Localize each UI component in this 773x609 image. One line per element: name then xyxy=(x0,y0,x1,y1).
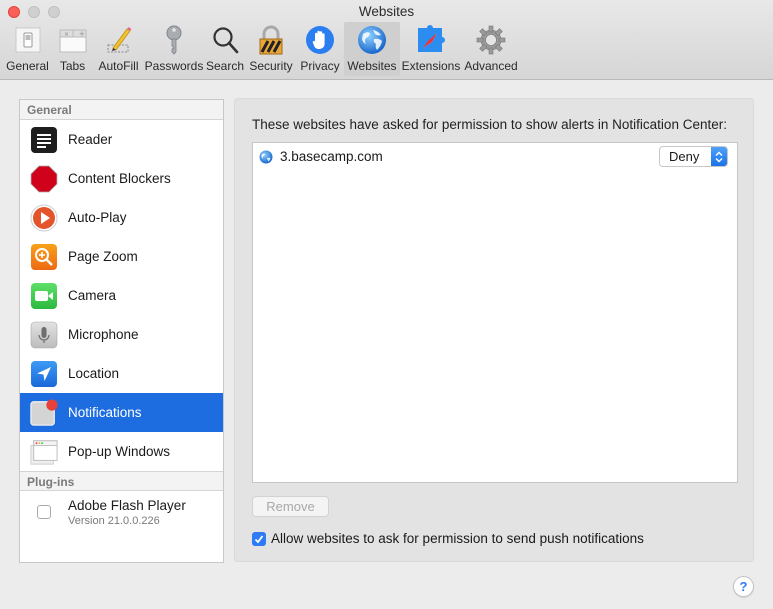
stop-sign-icon xyxy=(30,165,58,193)
tab-general[interactable]: General xyxy=(3,22,52,76)
sidebar-item-content-blockers[interactable]: Content Blockers xyxy=(20,159,223,198)
website-domain: 3.basecamp.com xyxy=(280,149,383,164)
title-bar: Websites General × + Tabs AutoFill Passw… xyxy=(0,0,773,80)
website-list[interactable]: 3.basecamp.com Deny xyxy=(252,142,738,483)
popup-windows-icon xyxy=(30,438,58,466)
website-globe-icon xyxy=(259,150,273,164)
camera-icon xyxy=(30,282,58,310)
sidebar-item-notifications[interactable]: Notifications xyxy=(20,393,223,432)
magnifier-icon xyxy=(208,24,242,56)
sidebar-item-camera[interactable]: Camera xyxy=(20,276,223,315)
chevron-up-down-icon xyxy=(711,147,727,166)
sidebar-item-popup-windows[interactable]: Pop-up Windows xyxy=(20,432,223,471)
remove-button[interactable]: Remove xyxy=(252,496,329,517)
website-row[interactable]: 3.basecamp.com Deny xyxy=(253,143,737,170)
microphone-icon xyxy=(30,321,58,349)
plugin-version: Version 21.0.0.226 xyxy=(68,515,160,527)
tab-extensions[interactable]: Extensions xyxy=(400,22,462,76)
tab-autofill[interactable]: AutoFill xyxy=(93,22,144,76)
svg-text:+: + xyxy=(79,30,85,38)
tab-tabs[interactable]: × + Tabs xyxy=(52,22,93,76)
tab-security[interactable]: Security xyxy=(246,22,296,76)
location-arrow-icon xyxy=(30,360,58,388)
allow-push-label: Allow websites to ask for permission to … xyxy=(271,531,644,546)
sidebar-section-general: General xyxy=(20,100,223,120)
tab-passwords[interactable]: Passwords xyxy=(144,22,204,76)
key-icon xyxy=(157,24,191,56)
preferences-toolbar: General × + Tabs AutoFill Passwords Sear… xyxy=(3,22,520,78)
hand-icon xyxy=(303,24,337,56)
general-switch-icon xyxy=(11,24,45,56)
tab-websites[interactable]: Websites xyxy=(344,22,400,76)
tabs-icon: × + xyxy=(56,24,90,56)
globe-icon xyxy=(355,24,389,56)
preferences-window: Websites General × + Tabs AutoFill Passw… xyxy=(0,0,773,609)
website-settings-sidebar: General Reader Content Blockers Auto-Pla… xyxy=(19,99,224,563)
pencil-icon xyxy=(102,24,136,56)
play-icon xyxy=(30,204,58,232)
window-title: Websites xyxy=(358,4,415,19)
gear-icon xyxy=(474,24,508,56)
sidebar-section-plugins: Plug-ins xyxy=(20,471,223,491)
padlock-icon xyxy=(254,24,288,56)
sidebar-item-page-zoom[interactable]: Page Zoom xyxy=(20,237,223,276)
sidebar-item-auto-play[interactable]: Auto-Play xyxy=(20,198,223,237)
allow-push-checkbox[interactable] xyxy=(252,531,266,546)
sidebar-item-location[interactable]: Location xyxy=(20,354,223,393)
plugin-info: Adobe Flash Player Version 21.0.0.226 xyxy=(68,498,186,539)
tab-privacy[interactable]: Privacy xyxy=(296,22,344,76)
plugin-name: Adobe Flash Player xyxy=(68,498,186,513)
help-button[interactable]: ? xyxy=(733,576,754,597)
zoom-icon xyxy=(30,243,58,271)
permission-value: Deny xyxy=(669,149,700,164)
svg-text:×: × xyxy=(64,31,69,38)
sidebar-item-microphone[interactable]: Microphone xyxy=(20,315,223,354)
panel-description: These websites have asked for permission… xyxy=(252,117,727,132)
reader-icon xyxy=(30,126,58,154)
notifications-panel: These websites have asked for permission… xyxy=(234,98,754,562)
tab-advanced[interactable]: Advanced xyxy=(462,22,520,76)
tab-search[interactable]: Search xyxy=(204,22,246,76)
checkmark-icon xyxy=(254,534,264,543)
permission-select[interactable]: Deny xyxy=(659,146,728,167)
plugin-item-adobe-flash-player[interactable]: Adobe Flash Player Version 21.0.0.226 xyxy=(20,491,223,539)
puzzle-compass-icon xyxy=(414,24,448,56)
plugin-enable-checkbox[interactable] xyxy=(37,505,51,519)
allow-push-notifications-option[interactable]: Allow websites to ask for permission to … xyxy=(252,531,644,546)
notification-badge-icon xyxy=(30,398,58,427)
sidebar-item-reader[interactable]: Reader xyxy=(20,120,223,159)
